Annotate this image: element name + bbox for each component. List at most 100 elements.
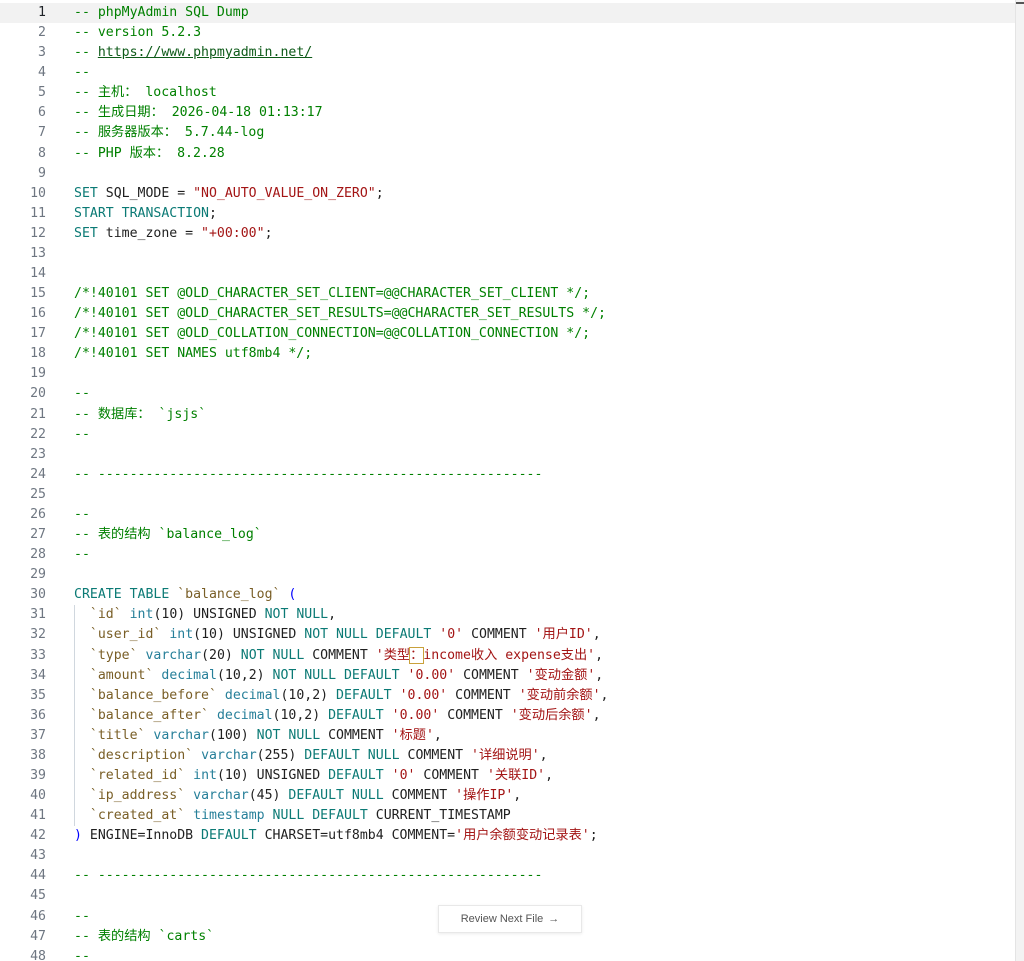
code-token: SET [74,185,98,201]
review-next-file-button[interactable]: Review Next File → [438,905,582,933]
code-token: '详细说明' [471,747,540,763]
code-line[interactable]: 32 `user_id` int(10) UNSIGNED NOT NULL D… [0,625,1016,646]
code-token: '类型 [375,647,411,663]
line-number: 14 [30,266,46,282]
code-line[interactable]: 44 -- -----------------------------------… [0,866,1016,886]
code-token: /*!40101 SET @OLD_CHARACTER_SET_RESULTS=… [74,306,606,322]
code-line[interactable]: 31 `id` int(10) UNSIGNED NOT NULL, [0,605,1016,626]
code-token: -- [74,547,90,563]
code-token: (255) [256,747,305,763]
code-token: `related_id` [89,767,186,783]
code-line[interactable]: 23 [0,445,1016,465]
code-line[interactable]: 2 -- version 5.2.3 [0,23,1016,43]
code-token: , [545,767,554,783]
code-token: COMMENT [415,767,487,783]
code-line[interactable]: 26 -- [0,505,1016,525]
code-line[interactable]: 42) ENGINE=InnoDB DEFAULT CHARSET=utf8mb… [0,826,1016,846]
code-text: `created_at` timestamp NULL DEFAULT CURR… [74,806,511,826]
code-token: varchar [153,727,209,743]
code-line[interactable]: 33 `type` varchar(20) NOT NULL COMMENT '… [0,645,1016,666]
code-line[interactable]: 12 SET time_zone = "+00:00"; [0,224,1016,244]
code-line[interactable]: 29 [0,565,1016,585]
code-editor[interactable]: 1 -- phpMyAdmin SQL Dump 2 -- version 5.2.3… [0,3,1016,961]
code-line[interactable]: 16 /*!40101 SET @OLD_CHARACTER_SET_RESULT… [0,304,1016,324]
code-line[interactable]: 20 -- [0,384,1016,404]
line-number: 42 [30,828,46,844]
code-line[interactable]: 19 [0,364,1016,384]
code-token: decimal [224,687,281,703]
code-line[interactable]: 9 [0,164,1016,184]
code-token: `balance_before` [89,687,217,703]
code-line[interactable]: 11 START TRANSACTION; [0,204,1016,224]
code-line[interactable]: 14 [0,264,1016,284]
code-line[interactable]: 13 [0,244,1016,264]
code-line[interactable]: 7 -- 服务器版本： 5.7.44-log [0,123,1016,143]
code-line[interactable]: 41 `created_at` timestamp NULL DEFAULT C… [0,806,1016,827]
code-line[interactable]: 3 -- https://www.phpmyadmin.net/ [0,43,1016,63]
code-line[interactable]: 24 -- -----------------------------------… [0,465,1016,485]
code-line[interactable]: 48 -- [0,947,1016,961]
code-text: -- 数据库： `jsjs` [74,405,206,425]
code-token: , [433,727,442,743]
code-text: -- https://www.phpmyadmin.net/ [74,43,312,63]
code-token: (20) [201,647,241,663]
scrollbar[interactable] [1015,0,1024,961]
code-line[interactable]: 8 -- PHP 版本： 8.2.28 [0,144,1016,164]
code-line[interactable]: 30 CREATE TABLE `balance_log` ( [0,585,1016,605]
code-text: `balance_before` decimal(10,2) DEFAULT '… [74,686,609,706]
code-line[interactable]: 10 SET SQL_MODE = "NO_AUTO_VALUE_ON_ZERO"… [0,184,1016,204]
code-line[interactable]: 17 /*!40101 SET @OLD_COLLATION_CONNECTION… [0,324,1016,344]
code-token: `type` [89,647,138,663]
code-editor-window: 1 -- phpMyAdmin SQL Dump 2 -- version 5.2.3… [0,0,1016,961]
code-token: COMMENT [320,727,392,743]
code-token: int [169,627,194,643]
code-token: DEFAULT NULL [288,788,384,804]
code-line[interactable]: 22 -- [0,425,1016,445]
code-text: -- 服务器版本： 5.7.44-log [74,123,264,143]
code-line[interactable]: 4 -- [0,63,1016,83]
code-token: (10) UNSIGNED [153,607,265,623]
code-line[interactable]: 45 [0,886,1016,906]
code-text: `balance_after` decimal(10,2) DEFAULT '0… [74,706,601,726]
code-token: NOT NULL DEFAULT [304,627,432,643]
code-line[interactable]: 36 `balance_after` decimal(10,2) DEFAULT… [0,705,1016,726]
code-line[interactable]: 37 `title` varchar(100) NOT NULL COMMENT… [0,725,1016,746]
code-line[interactable]: 27 -- 表的结构 `balance_log` [0,525,1016,545]
code-text: /*!40101 SET NAMES utf8mb4 */; [74,344,312,364]
code-line[interactable]: 43 [0,846,1016,866]
code-token: '变动前余额' [518,687,601,703]
code-token: -- phpMyAdmin SQL Dump [74,5,249,20]
code-token: DEFAULT [336,687,392,703]
code-token: (10) UNSIGNED [193,627,305,643]
code-line[interactable]: 5 -- 主机： localhost [0,83,1016,103]
code-token: `title` [89,727,146,743]
code-text: `description` varchar(255) DEFAULT NULL … [74,746,548,766]
code-line[interactable]: 18 /*!40101 SET NAMES utf8mb4 */; [0,344,1016,364]
code-token: COMMENT [447,687,519,703]
line-number: 31 [30,607,46,623]
code-line[interactable]: 25 [0,485,1016,505]
line-number: 24 [30,466,46,482]
code-line[interactable]: 39 `related_id` int(10) UNSIGNED DEFAULT… [0,765,1016,787]
code-token: varchar [201,747,257,763]
code-line[interactable]: 28 -- [0,545,1016,565]
code-text: -- [74,907,90,927]
code-line[interactable]: 1 -- phpMyAdmin SQL Dump [0,3,1016,24]
line-number: 5 [38,85,46,101]
code-line[interactable]: 6 -- 生成日期： 2026-04-18 01:13:17 [0,103,1016,123]
code-line[interactable]: 15 /*!40101 SET @OLD_CHARACTER_SET_CLIENT… [0,284,1016,304]
code-line[interactable]: 40 `ip_address` varchar(45) DEFAULT NULL… [0,786,1016,807]
code-token: (10,2) [280,687,337,703]
code-line[interactable]: 38 `description` varchar(255) DEFAULT NU… [0,745,1016,766]
code-line[interactable]: 35 `balance_before` decimal(10,2) DEFAUL… [0,685,1016,706]
code-line[interactable]: 21 -- 数据库： `jsjs` [0,405,1016,425]
line-number: 33 [30,647,46,663]
code-text: `ip_address` varchar(45) DEFAULT NULL CO… [74,786,521,806]
line-number: 37 [30,727,46,743]
line-number: 22 [30,426,46,442]
code-line[interactable]: 34 `amount` decimal(10,2) NOT NULL DEFAU… [0,665,1016,686]
